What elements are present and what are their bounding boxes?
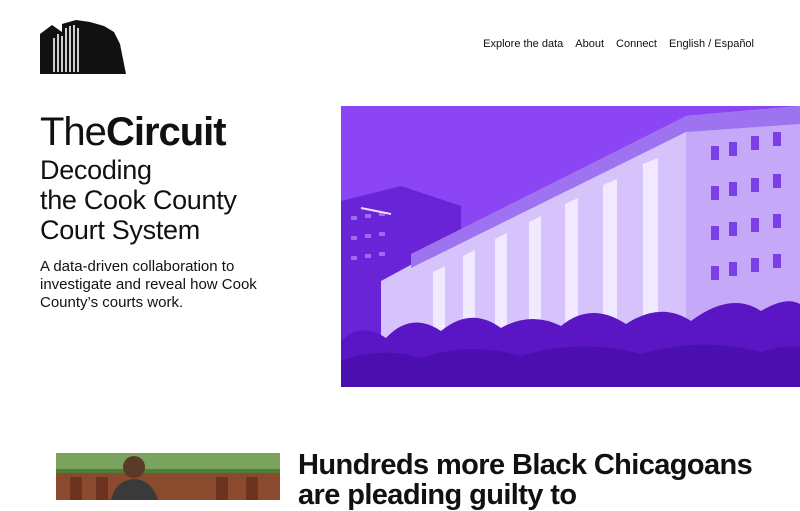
tagline: Decoding the Cook County Court System: [40, 155, 237, 245]
main-nav: Explore the data About Connect English /…: [483, 38, 754, 50]
story-headline[interactable]: Hundreds more Black Chicagoans are plead…: [298, 450, 798, 510]
story-thumbnail-image[interactable]: [56, 453, 280, 500]
nav-explore-the-data[interactable]: Explore the data: [483, 38, 563, 50]
nav-about[interactable]: About: [575, 38, 604, 50]
site-title-circuit: Circuit: [105, 110, 227, 154]
nav-connect[interactable]: Connect: [616, 38, 657, 50]
nav-language-toggle[interactable]: English / Español: [669, 38, 754, 50]
courthouse-hero-image: [341, 106, 800, 387]
building-logo-icon[interactable]: [40, 20, 126, 74]
site-description: A data-driven collaboration to investiga…: [40, 258, 257, 311]
site-title-the: The: [40, 110, 107, 154]
site-title: TheCircuit: [40, 108, 227, 156]
